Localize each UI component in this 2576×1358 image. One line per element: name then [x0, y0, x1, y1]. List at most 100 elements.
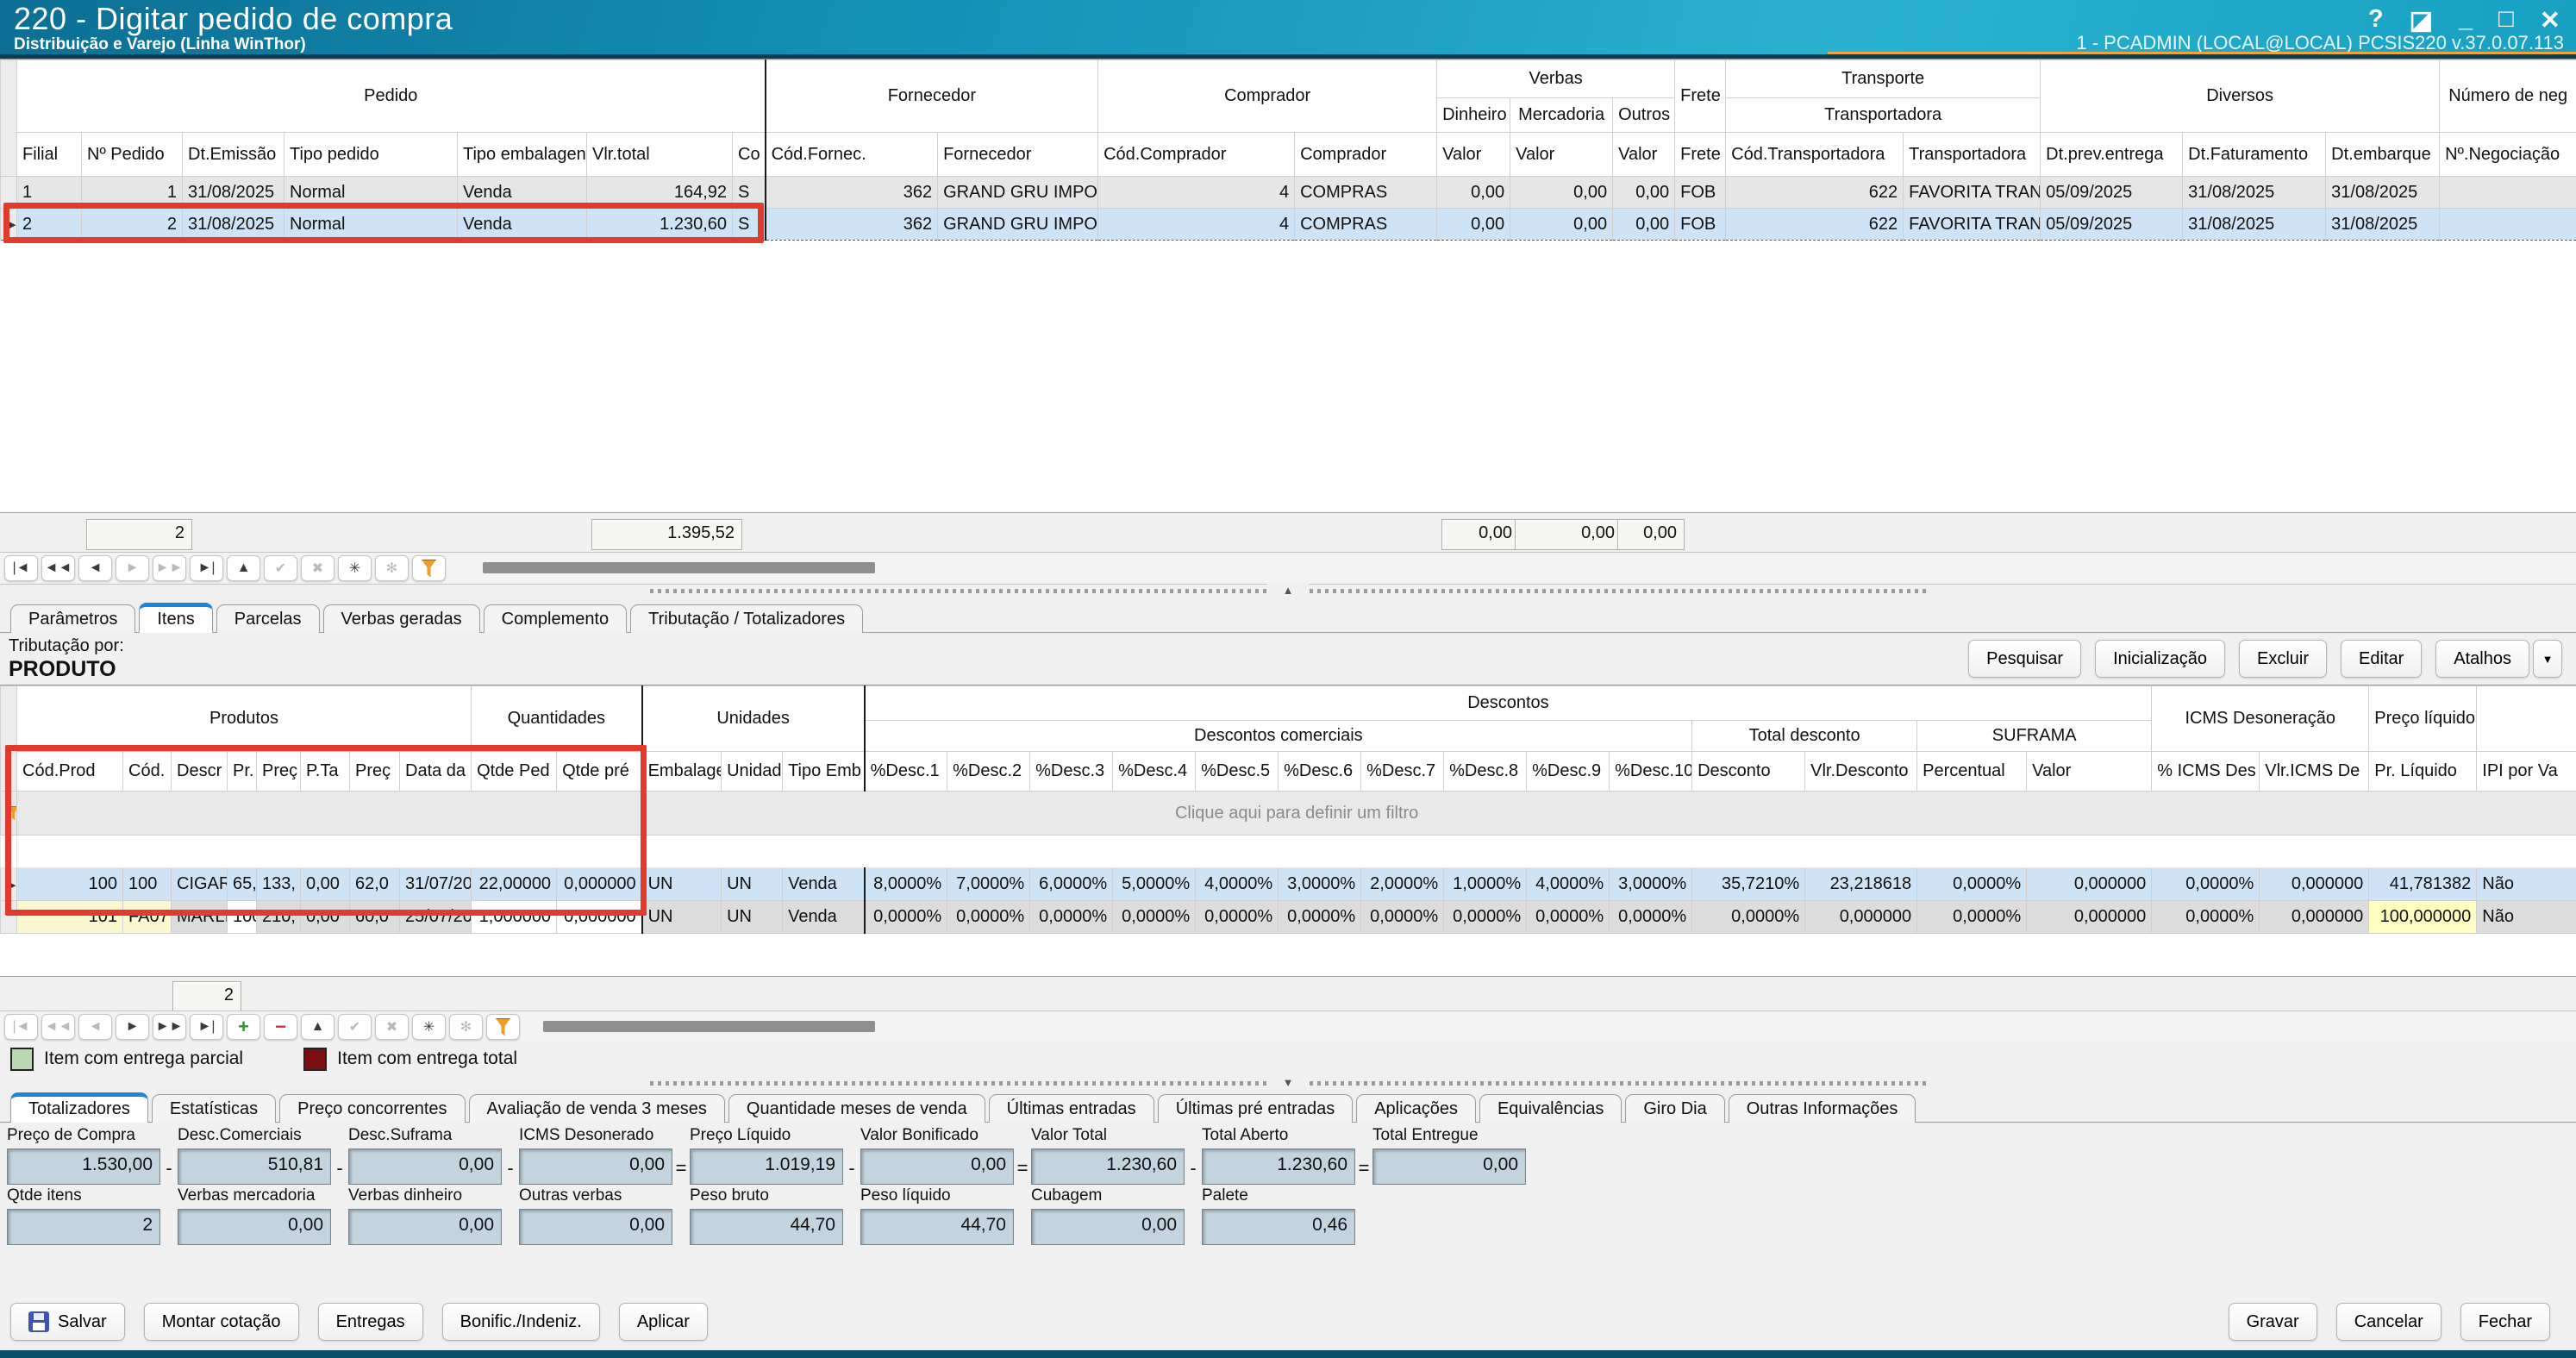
atalhos-dropdown-button[interactable]: ▼	[2533, 640, 2562, 678]
tab-tributacao-totalizadores[interactable]: Tributação / Totalizadores	[630, 604, 863, 633]
column-header[interactable]: Dt.prev.entrega	[2041, 133, 2183, 177]
cancel-edit-button[interactable]: ✖	[375, 1014, 409, 1040]
column-header[interactable]: Descr	[172, 752, 228, 792]
cell[interactable]: UN	[642, 868, 722, 901]
cell[interactable]: 0,00	[1613, 177, 1675, 209]
horizontal-scrollbar-thumb[interactable]	[483, 562, 875, 573]
column-header[interactable]: Qtde Ped	[472, 752, 557, 792]
cell[interactable]: 0,0000%	[1692, 901, 1805, 934]
icms-desonerado-field[interactable]: 0,00	[519, 1148, 672, 1185]
cell[interactable]: 4,0000%	[1527, 868, 1610, 901]
palete-field[interactable]: 0,46	[1202, 1209, 1355, 1245]
cell[interactable]: 25/07/20	[400, 901, 472, 934]
cell[interactable]: 0,0000%	[2152, 868, 2260, 901]
cell[interactable]: FOB	[1675, 177, 1726, 209]
prior-button[interactable]: ◄	[78, 1014, 112, 1040]
cell[interactable]: 0,00	[301, 901, 350, 934]
cell[interactable]: COMPRAS	[1295, 177, 1437, 209]
cell[interactable]: MARLI	[172, 901, 228, 934]
column-header[interactable]: IPI por Va	[2477, 752, 2576, 792]
cell[interactable]: 4,0000%	[1196, 868, 1279, 901]
splitter-top[interactable]: ▲	[0, 583, 2576, 598]
collapse-button[interactable]: ▲	[301, 1014, 335, 1040]
insert-button[interactable]: +	[227, 1014, 260, 1040]
total-aberto-field[interactable]: 1.230,60	[1202, 1148, 1355, 1185]
column-header[interactable]: Cód.Comprador	[1098, 133, 1295, 177]
first-button[interactable]: |◄	[4, 1014, 38, 1040]
fetch-button[interactable]: ✻	[375, 555, 409, 581]
cell[interactable]: 0,000000	[557, 868, 642, 901]
cell[interactable]: 65,	[228, 868, 257, 901]
next-button[interactable]: ►	[116, 1014, 149, 1040]
cell[interactable]: 2	[17, 209, 82, 241]
cell[interactable]: 0,0000%	[2152, 901, 2260, 934]
cell[interactable]: 0,0000%	[865, 901, 947, 934]
help-button[interactable]: ?	[2368, 5, 2384, 35]
cell[interactable]: 0,0000%	[1610, 901, 1692, 934]
preco-liquido-field[interactable]: 1.019,19	[690, 1148, 843, 1185]
peso-liquido-field[interactable]: 44,70	[860, 1209, 1014, 1245]
cell[interactable]: 362	[766, 177, 938, 209]
cell[interactable]: 31/07/20	[400, 868, 472, 901]
column-header[interactable]: Pr.	[228, 752, 257, 792]
cell[interactable]: 0,00	[1437, 209, 1510, 241]
cell[interactable]: 0,00	[1437, 177, 1510, 209]
column-header[interactable]: %Desc.3	[1030, 752, 1113, 792]
prior-button[interactable]: ◄	[78, 555, 112, 581]
cell[interactable]: 0,00	[1510, 209, 1613, 241]
cell[interactable]: 1,0000%	[1444, 868, 1527, 901]
cell[interactable]: 1,000000	[472, 901, 557, 934]
column-header[interactable]: % ICMS Des	[2152, 752, 2260, 792]
delete-button[interactable]: −	[264, 1014, 297, 1040]
cell[interactable]: 0,0000%	[1113, 901, 1196, 934]
desc-suframa-field[interactable]: 0,00	[348, 1148, 502, 1185]
cell[interactable]: 1	[17, 177, 82, 209]
column-header[interactable]: Fornecedor	[938, 133, 1098, 177]
column-header[interactable]: Valor	[1613, 133, 1675, 177]
column-header[interactable]: %Desc.4	[1113, 752, 1196, 792]
next-page-button[interactable]: ►►	[153, 1014, 186, 1040]
cell[interactable]: 100,000000	[2369, 901, 2477, 934]
cell[interactable]	[2440, 177, 2576, 209]
column-header[interactable]: Tipo Emb	[783, 752, 865, 792]
cell[interactable]: 22,00000	[472, 868, 557, 901]
cell[interactable]: 622	[1726, 177, 1904, 209]
horizontal-scrollbar-thumb[interactable]	[543, 1021, 875, 1032]
minimize-button[interactable]: _	[2459, 5, 2473, 35]
tab-totalizadores[interactable]: Totalizadores	[10, 1092, 148, 1123]
refresh-button[interactable]: ✳	[412, 1014, 446, 1040]
cell[interactable]: 8,0000%	[865, 868, 947, 901]
fechar-button[interactable]: Fechar	[2460, 1303, 2550, 1341]
column-header[interactable]: Unidad	[722, 752, 783, 792]
tab-aplicacoes[interactable]: Aplicações	[1356, 1094, 1476, 1123]
column-header[interactable]: Dt.Emissão	[183, 133, 284, 177]
tab-verbas-geradas[interactable]: Verbas geradas	[323, 604, 480, 633]
cell[interactable]: 5,0000%	[1113, 868, 1196, 901]
cell[interactable]: 1	[82, 177, 183, 209]
total-entregue-field[interactable]: 0,00	[1372, 1148, 1526, 1185]
cell[interactable]: FOB	[1675, 209, 1726, 241]
tab-quantidade-meses-venda[interactable]: Quantidade meses de venda	[728, 1094, 985, 1123]
valor-bonificado-field[interactable]: 0,00	[860, 1148, 1014, 1185]
cell[interactable]: 0,000000	[2027, 868, 2152, 901]
atalhos-button[interactable]: Atalhos	[2435, 640, 2529, 678]
column-header[interactable]: %Desc.9	[1527, 752, 1610, 792]
desc-comerciais-field[interactable]: 510,81	[178, 1148, 331, 1185]
cell[interactable]: 0,0000%	[1361, 901, 1444, 934]
column-header[interactable]: %Desc.8	[1444, 752, 1527, 792]
tab-ultimas-pre-entradas[interactable]: Últimas pré entradas	[1158, 1094, 1354, 1123]
cell[interactable]: S	[733, 209, 766, 241]
cell[interactable]: 0,0000%	[1527, 901, 1610, 934]
confirm-button[interactable]: ✔	[338, 1014, 372, 1040]
cell[interactable]: 31/08/2025	[2326, 177, 2440, 209]
tab-giro-dia[interactable]: Giro Dia	[1625, 1094, 1724, 1123]
column-header[interactable]: %Desc.6	[1279, 752, 1361, 792]
tab-parametros[interactable]: Parâmetros	[10, 604, 135, 633]
column-header[interactable]: Vlr.total	[587, 133, 733, 177]
cell[interactable]: Normal	[284, 209, 458, 241]
column-header[interactable]: Cód.Prod	[17, 752, 123, 792]
column-header[interactable]: Valor	[2027, 752, 2152, 792]
cell[interactable]: 164,92	[587, 177, 733, 209]
qtde-itens-field[interactable]: 2	[7, 1209, 160, 1245]
cell[interactable]: 0,00	[1510, 177, 1613, 209]
